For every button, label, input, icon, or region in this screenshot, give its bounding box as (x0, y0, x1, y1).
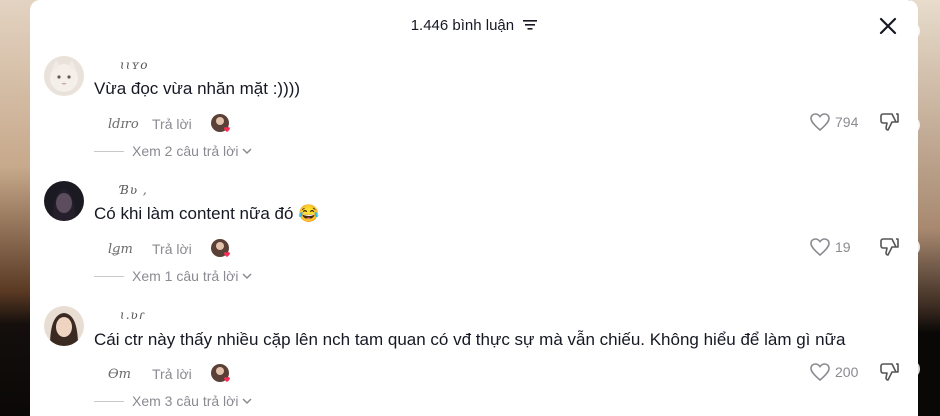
chevron-down-icon (242, 273, 252, 280)
reply-button[interactable]: Trả lời (152, 116, 192, 132)
avatar[interactable] (44, 181, 84, 221)
avatar[interactable] (44, 306, 84, 346)
like-count: 200 (835, 364, 859, 380)
comment-date: lǥm (108, 241, 133, 257)
comment-meta: ldɪro Trả lời (108, 113, 232, 135)
comment-count-label: 1.446 bình luận (410, 17, 515, 34)
username[interactable]: ɩɩʏo (120, 58, 149, 72)
view-replies[interactable]: Xem 1 câu trả lời (94, 268, 253, 284)
sort-icon[interactable] (523, 18, 538, 35)
like-button[interactable]: 794 (810, 113, 858, 131)
username[interactable]: Ɓʋ , (120, 183, 148, 197)
reply-button[interactable]: Trả lời (152, 366, 192, 382)
username[interactable]: ɩ.ʋɾ (120, 308, 145, 322)
divider (94, 400, 124, 402)
chevron-down-icon (242, 398, 252, 405)
divider (94, 150, 124, 152)
dislike-icon[interactable] (880, 112, 900, 137)
comment-text: Vừa đọc vừa nhăn mặt :)))) (94, 79, 301, 98)
creator-liked-icon (210, 238, 232, 260)
comments-panel: 1.446 bình luận ɩɩʏo Vừa đọc vừa nhăn mặ… (30, 0, 918, 416)
like-count: 19 (835, 239, 851, 255)
view-replies[interactable]: Xem 3 câu trả lời (94, 393, 253, 409)
comment-count-title: 1.446 bình luận (30, 17, 918, 35)
comment-meta: lǥm Trả lời (108, 238, 232, 260)
comment-meta: Ɵm Trả lời (108, 363, 232, 385)
view-replies-label[interactable]: Xem 2 câu trả lời (132, 143, 238, 159)
dislike-icon[interactable] (880, 237, 900, 262)
reply-button[interactable]: Trả lời (152, 241, 192, 257)
dislike-icon[interactable] (880, 362, 900, 387)
creator-liked-icon (210, 363, 232, 385)
comment-date: ldɪro (108, 116, 139, 132)
heart-icon (810, 363, 830, 381)
avatar[interactable] (44, 56, 84, 96)
comment-text: Có khi làm content nữa đó 😂 (94, 204, 320, 223)
chevron-down-icon (242, 148, 252, 155)
like-button[interactable]: 200 (810, 363, 858, 381)
creator-liked-icon (210, 113, 232, 135)
comment-date: Ɵm (108, 366, 131, 382)
view-replies-label[interactable]: Xem 1 câu trả lời (132, 268, 238, 284)
view-replies[interactable]: Xem 2 câu trả lời (94, 143, 253, 159)
comment-text: Cái ctr này thấy nhiều cặp lên nch tam q… (94, 330, 846, 349)
like-button[interactable]: 19 (810, 238, 851, 256)
heart-icon (810, 113, 830, 131)
view-replies-label[interactable]: Xem 3 câu trả lời (132, 393, 238, 409)
heart-icon (810, 238, 830, 256)
comments-header: 1.446 bình luận (30, 0, 918, 52)
divider (94, 275, 124, 277)
like-count: 794 (835, 114, 859, 130)
close-icon[interactable] (878, 16, 898, 36)
